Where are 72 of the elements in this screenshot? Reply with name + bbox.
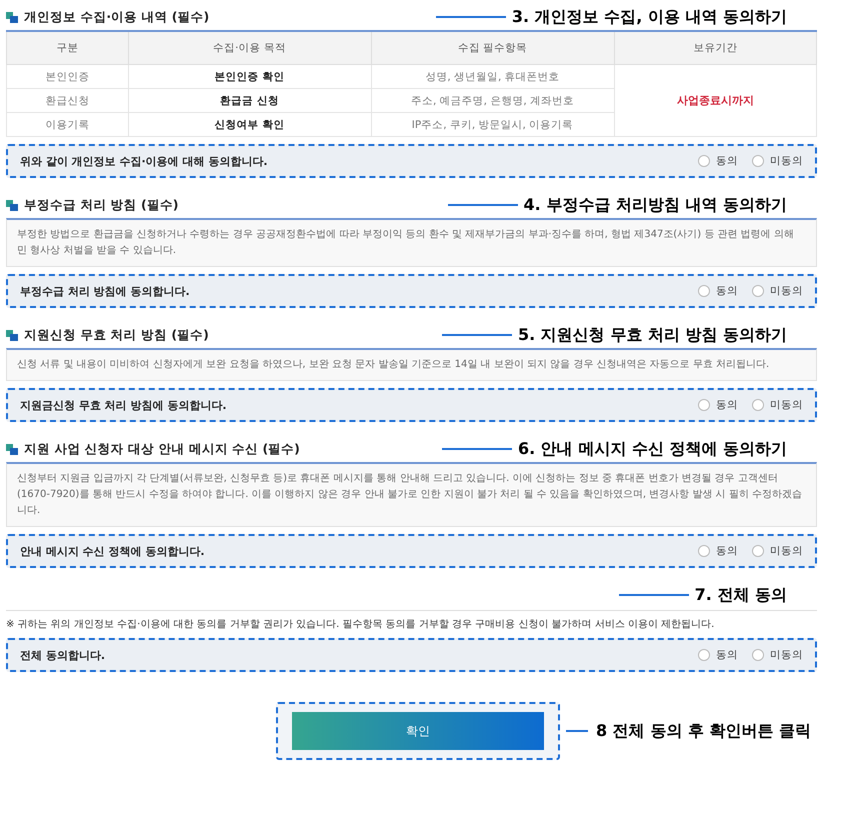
radio-label: 미동의 [770, 284, 803, 298]
confirm-button[interactable]: 확인 [292, 712, 544, 750]
retention-cell: 사업종료시까지 [614, 64, 816, 136]
radio-label: 미동의 [770, 544, 803, 558]
radio-option[interactable]: 미동의 [752, 648, 803, 662]
radio-icon[interactable] [752, 285, 764, 297]
radio-label: 미동의 [770, 648, 803, 662]
section-title: 지원 사업 신청자 대상 안내 메시지 수신 (필수) [24, 440, 300, 458]
radio-icon[interactable] [698, 545, 710, 557]
radio-label: 미동의 [770, 154, 803, 168]
table-cell: 성명, 생년월일, 휴대폰번호 [371, 64, 614, 88]
annotation-text: 7. 전체 동의 [694, 584, 787, 606]
annotation-text: 4. 부정수급 처리방침 내역 동의하기 [524, 194, 787, 216]
table-cell: 이용기록 [6, 112, 128, 136]
radio-icon[interactable] [752, 155, 764, 167]
column-header: 수집·이용 목적 [128, 31, 371, 64]
table-cell: 본인인증 [6, 64, 128, 88]
radio-icon[interactable] [698, 285, 710, 297]
annotation-text: 6. 안내 메시지 수신 정책에 동의하기 [518, 438, 787, 460]
annotation-text: 5. 지원신청 무효 처리 방침 동의하기 [518, 324, 787, 346]
leader-line [442, 448, 512, 450]
leader-line [448, 204, 518, 206]
policy-description: 신청 서류 및 내용이 미비하여 신청자에게 보완 요청을 하였으나, 보완 요청 문자 발송일 기준으로 14일 내 보완이 되지 않을 경우 신청내역은 자동으로 무효 처리됩니다. [6, 348, 817, 381]
radio-icon[interactable] [752, 399, 764, 411]
consent-label: 안내 메시지 수신 정책에 동의합니다. [20, 544, 204, 558]
radio-icon[interactable] [698, 155, 710, 167]
leader-line [442, 334, 512, 336]
radio-icon[interactable] [752, 545, 764, 557]
section-bullet-icon [6, 444, 18, 454]
radio-option[interactable]: 미동의 [752, 154, 803, 168]
leader-line [618, 594, 689, 596]
radio-option[interactable]: 동의 [698, 154, 738, 168]
radio-option[interactable]: 동의 [698, 284, 738, 298]
radio-label: 미동의 [770, 398, 803, 412]
leader-line [566, 730, 588, 732]
radio-icon[interactable] [752, 649, 764, 661]
radio-option[interactable]: 미동의 [752, 284, 803, 298]
column-header: 수집 필수항목 [371, 31, 614, 64]
consent-label: 부정수급 처리 방침에 동의합니다. [20, 284, 190, 298]
table-cell: 본인인증 확인 [128, 64, 371, 88]
consent-label: 위와 같이 개인정보 수집·이용에 대해 동의합니다. [20, 154, 268, 168]
radio-option[interactable]: 동의 [698, 648, 738, 662]
radio-option[interactable]: 동의 [698, 544, 738, 558]
radio-label: 동의 [716, 398, 738, 412]
consent-label: 지원금신청 무효 처리 방침에 동의합니다. [20, 398, 226, 412]
column-header: 보유기간 [614, 31, 816, 64]
radio-option[interactable]: 미동의 [752, 398, 803, 412]
section-title: 개인정보 수집·이용 내역 (필수) [24, 8, 210, 26]
annotation-text: 3. 개인정보 수집, 이용 내역 동의하기 [512, 6, 787, 28]
radio-icon[interactable] [698, 399, 710, 411]
policy-description: 부정한 방법으로 환급금을 신청하거나 수령하는 경우 공공재정환수법에 따라 부정이익 등의 환수 및 제재부가금의 부과·징수를 하며, 형법 제347조(사기) 등 관련 법령에 의해 민 형사상 처벌을 받을 수 있습니다. [6, 218, 817, 267]
table-cell: 환급금 신청 [128, 88, 371, 112]
notice-text: ※ 귀하는 위의 개인정보 수집·이용에 대한 동의를 거부할 권리가 있습니다. 필수항목 동의를 거부할 경우 구매비용 신청이 불가하며 서비스 이용이 제한됩니다. [6, 618, 716, 631]
column-header: 구분 [6, 31, 128, 64]
leader-line [436, 16, 506, 18]
annotation-text: 8 전체 동의 후 확인버튼 클릭 [596, 720, 811, 742]
radio-label: 동의 [716, 544, 738, 558]
radio-label: 동의 [716, 284, 738, 298]
consent-label: 전체 동의합니다. [20, 648, 106, 662]
table-cell: 신청여부 확인 [128, 112, 371, 136]
section-bullet-icon [6, 330, 18, 340]
section-title: 지원신청 무효 처리 방침 (필수) [24, 326, 209, 344]
radio-label: 동의 [716, 648, 738, 662]
section-title: 부정수급 처리 방침 (필수) [24, 196, 178, 214]
table-cell: 환급신청 [6, 88, 128, 112]
policy-description: 신청부터 지원금 입금까지 각 단계별(서류보완, 신청무효 등)로 휴대폰 메시지를 통해 안내해 드리고 있습니다. 이에 신청하는 정보 중 휴대폰 번호가 변경될 경우 고객센터(1670-7920)를 통해 반드시 수정을 하여야 합니다. 이를 이행하지 않은 경우 안내 불가로 인한 지원이 불가 처리 될 수 있음을 확인하였으며, 변경사항 발생 시 필히 수정하겠습니다. [6, 462, 817, 527]
radio-option[interactable]: 동의 [698, 398, 738, 412]
radio-label: 동의 [716, 154, 738, 168]
radio-icon[interactable] [698, 649, 710, 661]
radio-option[interactable]: 미동의 [752, 544, 803, 558]
section-bullet-icon [6, 200, 18, 210]
section-bullet-icon [6, 12, 18, 22]
